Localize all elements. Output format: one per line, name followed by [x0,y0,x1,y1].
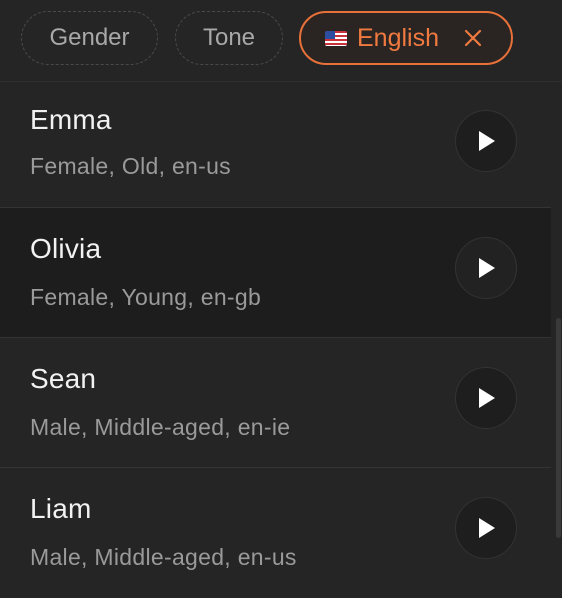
language-filter-label: English [357,23,439,52]
voice-row[interactable]: Liam Male, Middle-aged, en-us [0,468,551,598]
voice-picker-panel: Gender Tone English Emma Female, Old, en… [0,0,562,598]
voice-name: Emma [30,104,112,135]
tone-filter-label: Tone [202,24,256,51]
close-icon[interactable] [461,26,485,50]
scrollbar[interactable] [555,82,562,598]
voice-row[interactable]: Olivia Female, Young, en-gb [0,208,551,338]
scrollbar-thumb[interactable] [556,318,561,538]
voice-name: Olivia [30,233,102,264]
play-icon [479,258,495,278]
voice-list: Emma Female, Old, en-us Olivia Female, Y… [0,82,551,598]
voice-row[interactable]: Sean Male, Middle-aged, en-ie [0,338,551,468]
play-button[interactable] [455,367,517,429]
tone-filter-chip[interactable]: Tone [175,11,283,65]
us-flag-icon [325,30,347,46]
filter-bar: Gender Tone English [0,0,562,82]
play-icon [479,388,495,408]
play-button[interactable] [455,237,517,299]
voice-details: Male, Middle-aged, en-us [30,544,297,570]
voice-details: Female, Old, en-us [30,153,231,179]
voice-details: Male, Middle-aged, en-ie [30,414,291,440]
play-icon [479,131,495,151]
play-button[interactable] [455,497,517,559]
play-icon [479,518,495,538]
language-filter-chip[interactable]: English [299,11,513,65]
play-button[interactable] [455,110,517,172]
voice-details: Female, Young, en-gb [30,284,262,310]
voice-name: Liam [30,493,92,524]
voice-name: Sean [30,363,97,394]
voice-row[interactable]: Emma Female, Old, en-us [0,82,551,208]
gender-filter-chip[interactable]: Gender [21,11,158,65]
gender-filter-label: Gender [49,24,130,51]
